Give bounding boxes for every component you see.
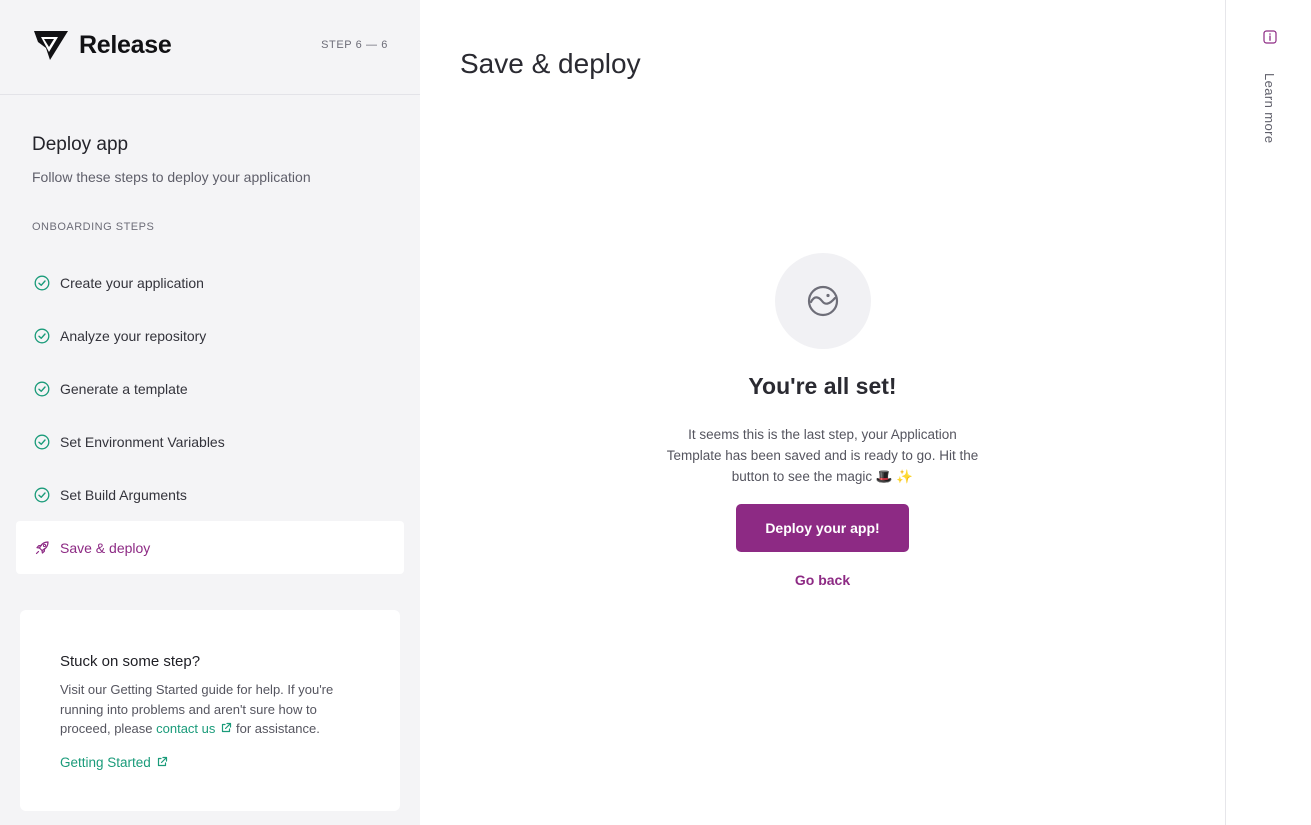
check-circle-icon: [34, 328, 50, 343]
smile-icon: [807, 285, 838, 317]
check-circle-icon: [34, 434, 50, 449]
completion-title: You're all set!: [748, 373, 897, 399]
step-label: Save & deploy: [60, 539, 151, 556]
help-title: Stuck on some step?: [60, 653, 201, 670]
success-badge: [774, 253, 871, 349]
sidebar-title: Deploy app: [32, 134, 129, 155]
check-circle-icon: [34, 275, 50, 290]
help-card: Stuck on some step? Visit our Getting St…: [20, 610, 400, 811]
brand-name: Release: [79, 30, 172, 59]
onboarding-steps-list: Create your application Analyze your rep…: [16, 256, 404, 574]
step-label: Set Environment Variables: [60, 433, 225, 450]
contact-us-link[interactable]: contact us: [156, 721, 232, 736]
app-window: Release STEP 6 — 6 Deploy app Follow the…: [0, 0, 1311, 825]
step-counter: STEP 6 — 6: [321, 39, 388, 51]
release-logo-icon: [34, 31, 68, 60]
step-label: Generate a template: [60, 380, 188, 397]
getting-started-label: Getting Started: [60, 755, 151, 770]
step-save-deploy[interactable]: Save & deploy: [16, 521, 404, 574]
step-analyze-repository[interactable]: Analyze your repository: [16, 309, 404, 362]
check-circle-icon: [34, 487, 50, 502]
step-generate-template[interactable]: Generate a template: [16, 362, 404, 415]
sidebar-subtitle: Follow these steps to deploy your applic…: [32, 169, 311, 185]
rocket-icon: [35, 540, 49, 554]
step-create-application[interactable]: Create your application: [16, 256, 404, 309]
logo[interactable]: Release: [32, 28, 172, 62]
completion-panel: You're all set! It seems this is the las…: [420, 253, 1225, 588]
learn-more-link[interactable]: Learn more: [1262, 73, 1277, 143]
deploy-app-button[interactable]: Deploy your app!: [736, 504, 909, 552]
sidebar: Release STEP 6 — 6 Deploy app Follow the…: [0, 0, 420, 825]
main-content: Save & deploy You're all set! It seems t…: [420, 0, 1225, 825]
external-link-icon: [157, 756, 167, 767]
onboarding-steps-heading: ONBOARDING STEPS: [32, 221, 155, 233]
sidebar-header: Release STEP 6 — 6: [0, 0, 420, 95]
step-environment-variables[interactable]: Set Environment Variables: [16, 415, 404, 468]
completion-text: It seems this is the last step, your App…: [666, 427, 979, 484]
getting-started-link[interactable]: Getting Started: [60, 755, 168, 770]
step-label: Analyze your repository: [60, 327, 207, 344]
step-label: Set Build Arguments: [60, 486, 187, 503]
go-back-link[interactable]: Go back: [420, 572, 1225, 588]
help-body: Visit our Getting Started guide for help…: [60, 680, 360, 739]
step-build-arguments[interactable]: Set Build Arguments: [16, 468, 404, 521]
step-label: Create your application: [60, 274, 204, 291]
external-link-icon: [222, 722, 232, 733]
info-icon[interactable]: [1263, 30, 1277, 44]
check-circle-icon: [34, 381, 50, 396]
contact-us-label: contact us: [156, 721, 216, 736]
right-rail: Learn more: [1225, 0, 1311, 825]
page-title: Save & deploy: [460, 48, 641, 79]
help-text-end: for assistance.: [232, 721, 320, 736]
